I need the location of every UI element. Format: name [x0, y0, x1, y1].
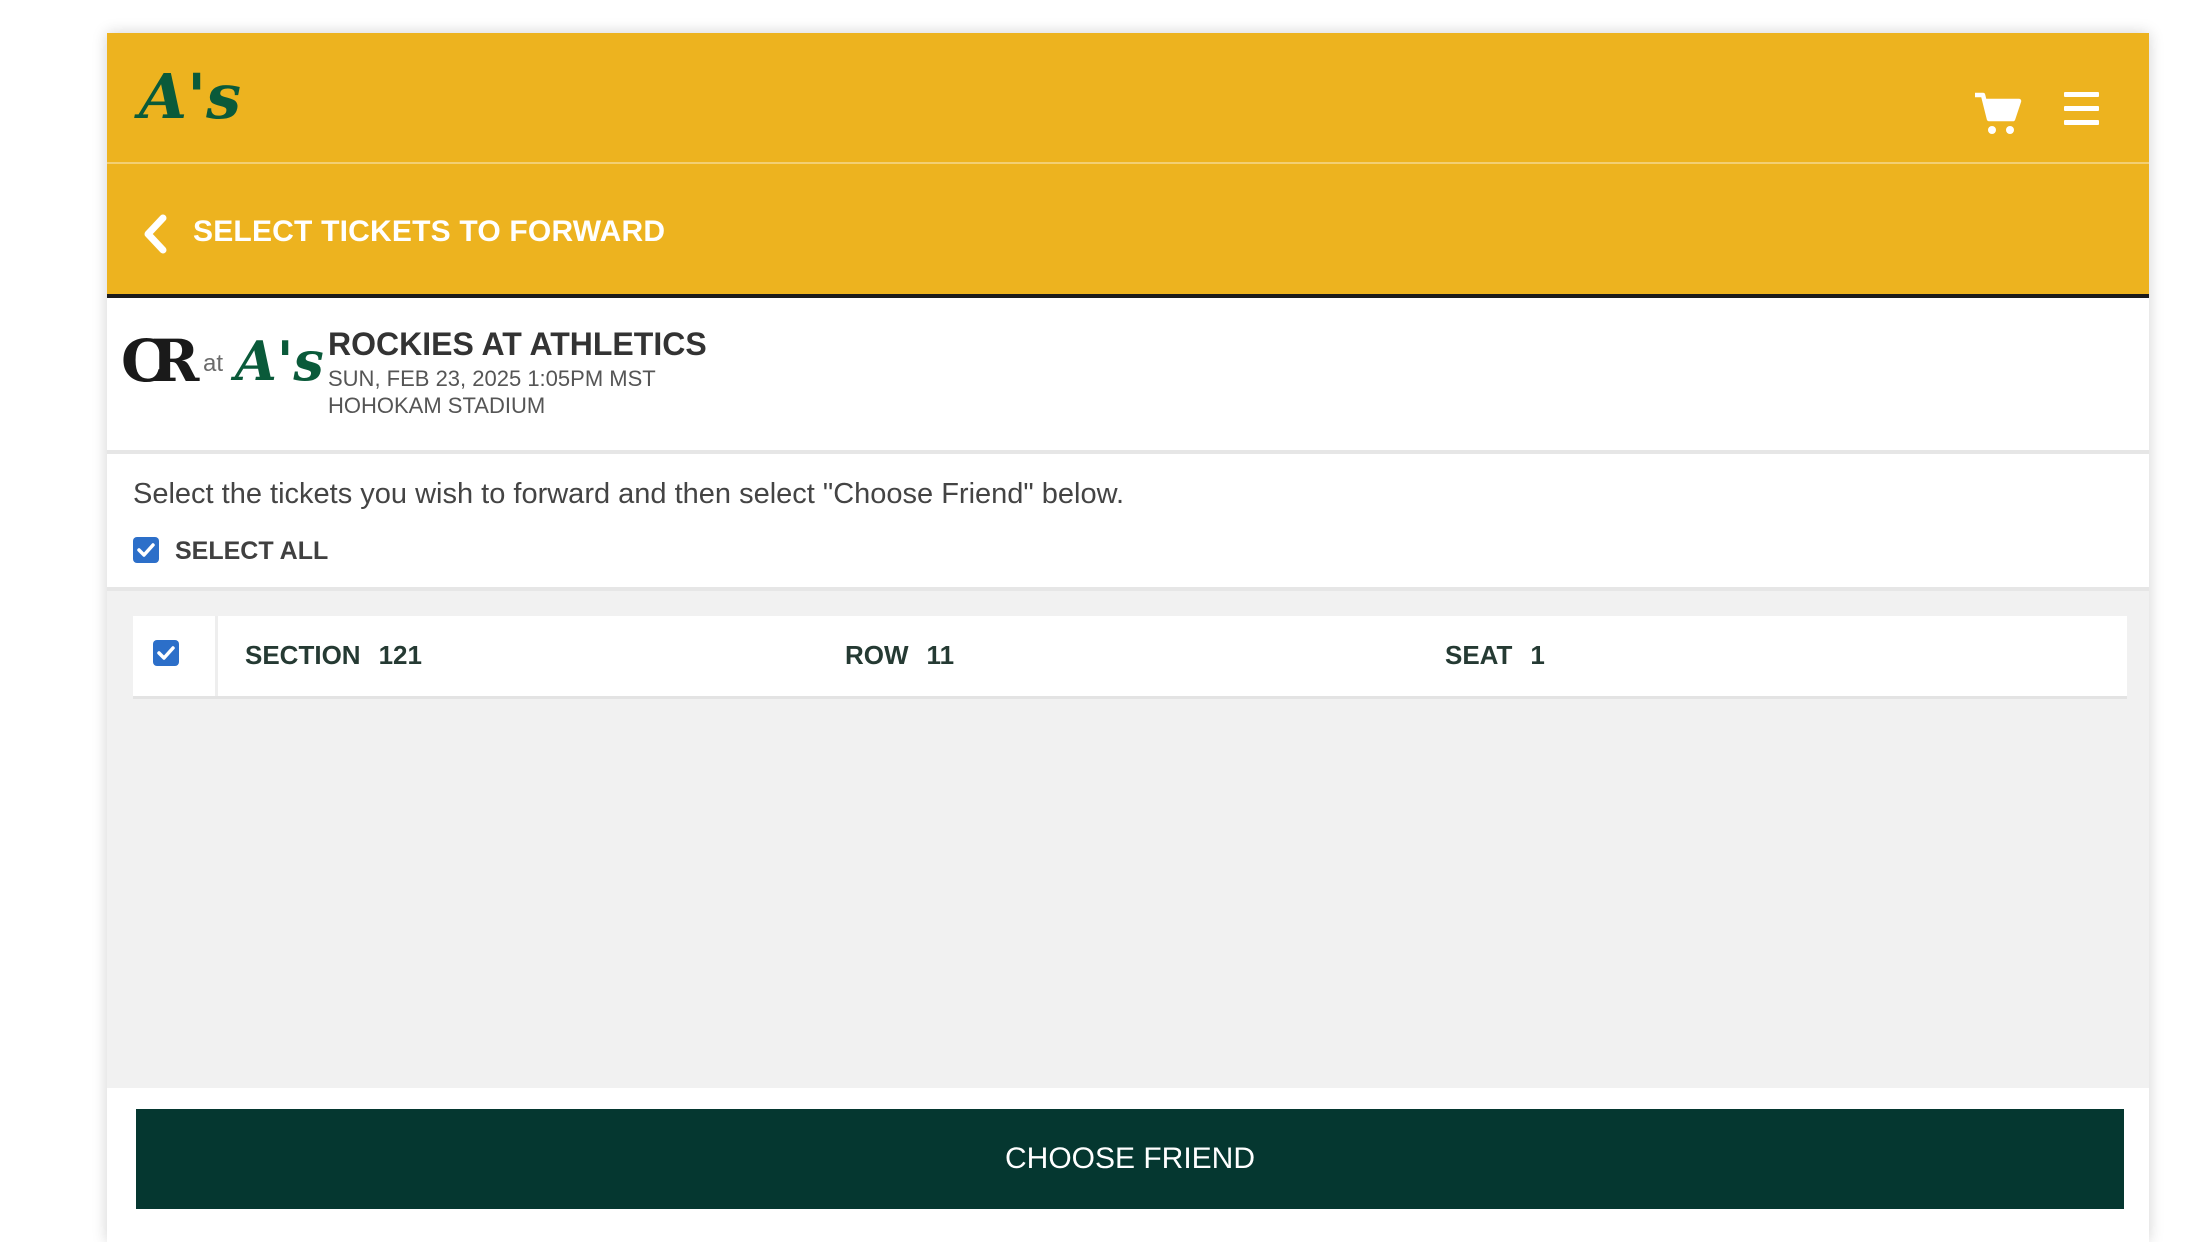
footer-bar: CHOOSE FRIEND: [107, 1088, 2149, 1242]
seat-value: 1: [1530, 640, 1545, 670]
ticket-section: SECTION 121: [245, 640, 422, 671]
event-title: ROCKIES AT ATHLETICS: [328, 326, 707, 362]
choose-friend-button[interactable]: CHOOSE FRIEND: [136, 1109, 2124, 1209]
menu-button[interactable]: [2061, 89, 2103, 131]
athletics-team-logo: A's: [235, 329, 324, 393]
ticket-row-number: ROW 11: [845, 640, 954, 671]
ticket-row[interactable]: SECTION 121 ROW 11 SEAT 1: [133, 616, 2127, 699]
hamburger-menu-icon: [2064, 106, 2099, 111]
athletics-logo-text: A's: [139, 60, 241, 133]
instructions-panel: Select the tickets you wish to forward a…: [107, 454, 2149, 591]
hamburger-menu-icon: [2064, 92, 2099, 97]
select-all-checkbox[interactable]: [133, 537, 159, 563]
ticket-forward-app: A's SELECT TICKETS TO FORWARD CR at A's: [107, 33, 2149, 1242]
checkmark-icon: [137, 543, 155, 557]
checkmark-icon: [157, 646, 175, 660]
row-value: 11: [926, 640, 955, 670]
section-label: SECTION: [245, 640, 361, 670]
seat-label: SEAT: [1445, 640, 1513, 670]
instructions-text: Select the tickets you wish to forward a…: [133, 478, 1124, 510]
ticket-seat: SEAT 1: [1445, 640, 1545, 671]
event-datetime: SUN, FEB 23, 2025 1:05PM MST: [328, 366, 656, 391]
athletics-logo[interactable]: A's: [139, 57, 241, 137]
row-label: ROW: [845, 640, 909, 670]
at-label: at: [203, 350, 224, 377]
page-title: SELECT TICKETS TO FORWARD: [193, 215, 666, 248]
event-venue: HOHOKAM STADIUM: [328, 393, 546, 418]
section-value: 121: [378, 640, 422, 670]
select-all-label[interactable]: SELECT ALL: [175, 537, 328, 565]
ticket-checkbox[interactable]: [153, 640, 179, 666]
hamburger-menu-icon: [2064, 120, 2099, 125]
page-header: SELECT TICKETS TO FORWARD: [107, 164, 2149, 298]
cart-button[interactable]: [1973, 89, 2023, 139]
event-info: CR at A's ROCKIES AT ATHLETICS SUN, FEB …: [107, 298, 2149, 454]
rockies-logo: CR: [121, 327, 199, 395]
back-button[interactable]: [137, 214, 177, 254]
ticket-checkbox-cell: [133, 616, 218, 696]
top-navigation-bar: A's: [107, 33, 2149, 164]
chevron-left-icon: [144, 214, 167, 254]
cart-icon: [1975, 92, 2022, 134]
